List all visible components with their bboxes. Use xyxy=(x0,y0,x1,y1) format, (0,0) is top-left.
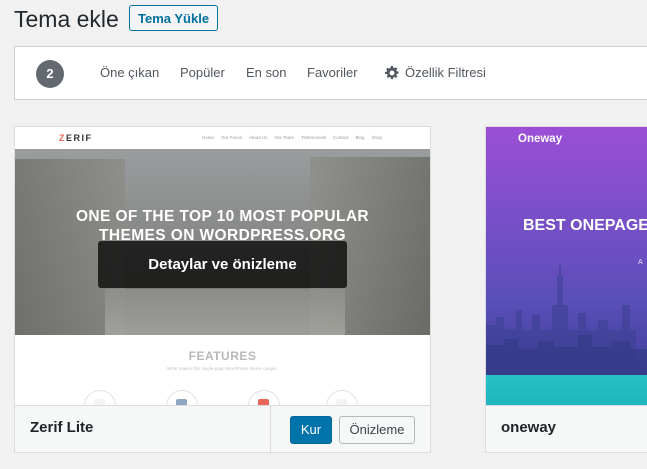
feature-circle-icon xyxy=(326,390,358,405)
feature-filter-label: Özellik Filtresi xyxy=(405,65,486,80)
features-title: FEATURES xyxy=(188,349,257,363)
page-title: Tema ekle xyxy=(14,6,119,32)
nav-item: Blog xyxy=(355,135,365,140)
theme-actions: Kur Önizleme xyxy=(270,406,430,452)
zerif-logo-rest: ERIF xyxy=(66,133,93,143)
feature-circle-icon xyxy=(248,390,280,405)
theme-card-footer: Zerif Lite Kur Önizleme xyxy=(15,405,430,452)
theme-card-zerif-lite[interactable]: ZERIF Home Our Focus About Us Our Team T… xyxy=(14,126,431,453)
theme-name: oneway xyxy=(501,419,557,436)
features-section: FEATURES What makes this single-page Wor… xyxy=(15,335,430,405)
nav-item: Our Focus xyxy=(220,135,242,140)
filter-favorites[interactable]: Favoriler xyxy=(307,65,358,81)
nav-item: Shop xyxy=(371,135,382,140)
theme-filter-bar: 2 Öne çıkan Popüler En son Favoriler Öze… xyxy=(14,46,647,100)
nav-item: Contact xyxy=(332,135,349,140)
hero-title-line: ONE OF THE TOP 10 MOST POPULAR xyxy=(75,208,370,225)
zerif-logo: ZERIF xyxy=(59,133,93,143)
nav-item: Testimonials xyxy=(301,135,326,140)
screenshot-topbar: ZERIF Home Our Focus About Us Our Team T… xyxy=(15,127,430,149)
hero-title: ONE OF THE TOP 10 MOST POPULAR THEMES ON… xyxy=(15,207,430,245)
hero-title-line: D xyxy=(523,236,647,257)
hero-title: BEST ONEPAGE D xyxy=(523,215,647,257)
city-skyline xyxy=(486,265,647,375)
details-preview-overlay[interactable]: Detaylar ve önizleme xyxy=(98,241,347,288)
feature-circle-icon xyxy=(84,390,116,405)
hero-title-line: BEST ONEPAGE xyxy=(523,217,647,234)
feature-filter-link[interactable]: Özellik Filtresi xyxy=(385,65,486,81)
filter-latest[interactable]: En son xyxy=(246,65,286,81)
features-subtitle: What makes this single-page WordPress th… xyxy=(167,366,278,371)
theme-screenshot[interactable]: ZERIF Home Our Focus About Us Our Team T… xyxy=(15,127,430,405)
feature-circle-icon xyxy=(166,390,198,405)
theme-screenshot[interactable]: Oneway BEST ONEPAGE D A xyxy=(486,127,647,405)
theme-card-footer: oneway xyxy=(486,405,647,452)
nav-item: Our Team xyxy=(274,135,295,140)
gear-icon xyxy=(385,66,399,80)
oneway-logo: Oneway xyxy=(518,133,563,145)
nav-item: About Us xyxy=(248,135,268,140)
hero-canal xyxy=(105,289,345,335)
install-button[interactable]: Kur xyxy=(290,416,332,444)
nav-item: Home xyxy=(201,135,214,140)
screenshot-hero: Oneway BEST ONEPAGE D A xyxy=(486,127,647,375)
theme-card-oneway[interactable]: Oneway BEST ONEPAGE D A oneway xyxy=(485,126,647,453)
theme-name: Zerif Lite xyxy=(30,419,94,436)
upload-theme-button[interactable]: Tema Yükle xyxy=(129,5,219,31)
zerif-logo-first: Z xyxy=(59,133,66,143)
screenshot-footer-band xyxy=(486,375,647,405)
filter-featured[interactable]: Öne çıkan xyxy=(100,65,159,81)
preview-button[interactable]: Önizleme xyxy=(339,416,415,444)
screenshot-nav: Home Our Focus About Us Our Team Testimo… xyxy=(202,135,382,140)
theme-count-badge: 2 xyxy=(36,60,64,88)
filter-popular[interactable]: Popüler xyxy=(180,65,225,81)
